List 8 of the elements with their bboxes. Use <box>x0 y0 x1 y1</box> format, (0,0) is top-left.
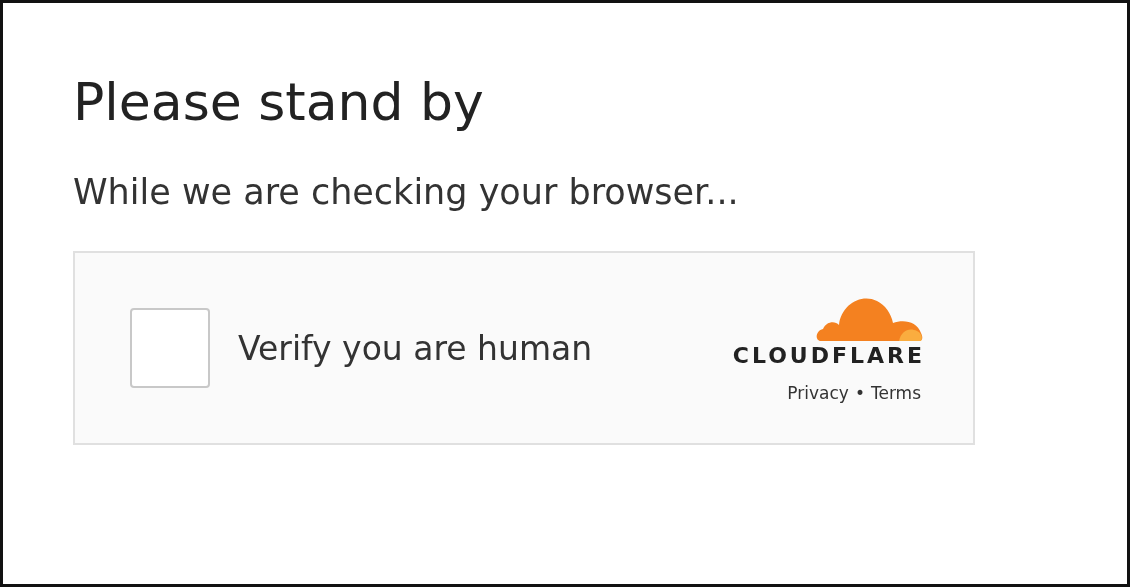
checkbox[interactable] <box>130 308 210 389</box>
checkbox-label: Verify you are human <box>238 327 593 370</box>
brand-wordmark: CLOUDFLARE <box>732 344 925 367</box>
privacy-link[interactable]: Privacy <box>787 380 849 407</box>
page-heading: Please stand by <box>73 71 484 134</box>
terms-link[interactable]: Terms <box>870 380 921 407</box>
page-subheading: While we are checking your browser... <box>73 171 739 214</box>
link-separator: • <box>854 381 865 405</box>
